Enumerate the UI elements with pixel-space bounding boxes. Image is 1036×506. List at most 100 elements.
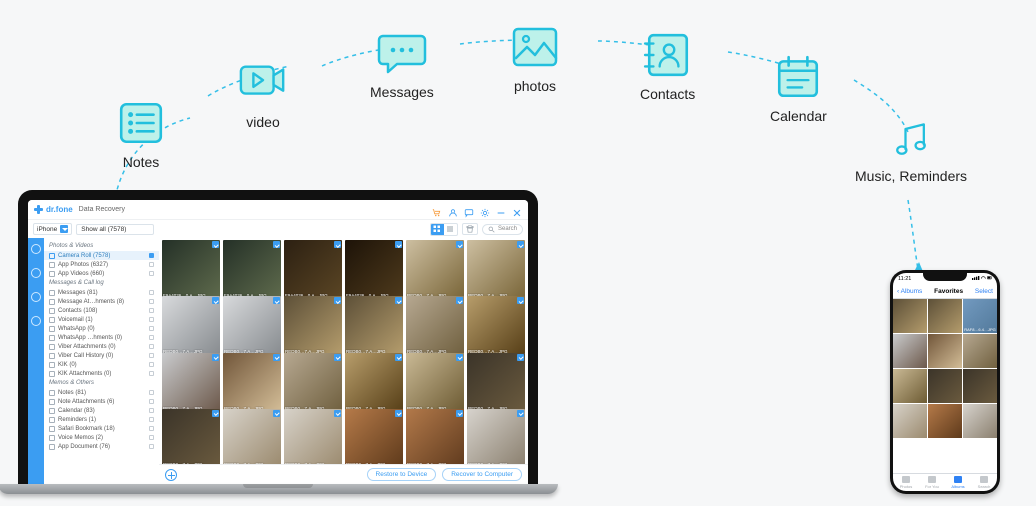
photo-thumbnail[interactable]: REDB0…7.A…JPG — [162, 409, 220, 464]
sidebar-item-checkbox[interactable] — [149, 262, 154, 267]
photo-thumbnail[interactable]: F9A4036…0.A…JPG — [345, 240, 403, 298]
photo-thumbnail[interactable]: REDB0…7.A…JPG — [345, 296, 403, 354]
sidebar-item[interactable]: Reminders (1) — [44, 415, 159, 424]
thumb-checkbox[interactable] — [456, 354, 463, 361]
sidebar-item-checkbox[interactable] — [149, 399, 154, 404]
phone-photo-thumb[interactable] — [963, 369, 997, 403]
sidebar-item[interactable]: WhatsApp (0) — [44, 324, 159, 333]
sidebar-item-checkbox[interactable] — [149, 299, 154, 304]
sidebar-item[interactable]: Note Attachments (6) — [44, 397, 159, 406]
sidebar-item-checkbox[interactable] — [149, 362, 154, 367]
phone-photo-thumb[interactable] — [928, 404, 962, 438]
sidebar-item[interactable]: Camera Roll (7578) — [44, 251, 159, 260]
restore-button[interactable]: Restore to Device — [367, 468, 437, 481]
photo-thumbnail[interactable]: F9A4036…0.A…JPG — [284, 240, 342, 298]
rail-icon[interactable] — [31, 268, 41, 278]
search-input[interactable]: Search — [482, 224, 523, 235]
sidebar-item[interactable]: Message At…hments (8) — [44, 297, 159, 306]
thumb-checkbox[interactable] — [517, 297, 524, 304]
photo-thumbnail[interactable]: REDB0…7.A…JPG — [284, 353, 342, 411]
phone-select-button[interactable]: Select — [975, 288, 993, 295]
sidebar-item[interactable]: App Videos (660) — [44, 269, 159, 278]
sidebar-item-checkbox[interactable] — [149, 408, 154, 413]
photo-thumbnail[interactable]: REDB0…7.A…JPG — [406, 296, 464, 354]
photo-thumbnail[interactable]: REDB0…7.A…JPG — [345, 353, 403, 411]
thumb-checkbox[interactable] — [212, 297, 219, 304]
rail-icon[interactable] — [31, 244, 41, 254]
sidebar-item-checkbox[interactable] — [149, 326, 154, 331]
sidebar-item-checkbox[interactable] — [149, 444, 154, 449]
thumb-checkbox[interactable] — [212, 241, 219, 248]
phone-photo-thumb[interactable] — [893, 299, 927, 333]
thumb-checkbox[interactable] — [517, 241, 524, 248]
photo-thumbnail[interactable]: REDB0…7.A…JPG — [223, 353, 281, 411]
sidebar-item[interactable]: Messages (81) — [44, 288, 159, 297]
sidebar-item[interactable]: App Document (76) — [44, 442, 159, 451]
phone-tab[interactable]: Search — [971, 474, 997, 491]
phone-photo-thumb[interactable] — [928, 334, 962, 368]
photo-thumbnail[interactable]: REDB0…7.A…JPG — [406, 353, 464, 411]
photo-thumbnail[interactable]: F9A4036…0.A…JPG — [162, 240, 220, 298]
user-icon[interactable] — [448, 205, 458, 215]
sidebar-item-checkbox[interactable] — [149, 253, 154, 258]
sidebar-item-checkbox[interactable] — [149, 417, 154, 422]
thumb-checkbox[interactable] — [456, 297, 463, 304]
thumb-checkbox[interactable] — [334, 297, 341, 304]
sidebar-item-checkbox[interactable] — [149, 371, 154, 376]
thumb-checkbox[interactable] — [334, 410, 341, 417]
sidebar-item-checkbox[interactable] — [149, 308, 154, 313]
sidebar-item[interactable]: WhatsApp …hments (0) — [44, 333, 159, 342]
sidebar-item-checkbox[interactable] — [149, 353, 154, 358]
sidebar-item-checkbox[interactable] — [149, 317, 154, 322]
sidebar-item-checkbox[interactable] — [149, 435, 154, 440]
photo-thumbnail[interactable]: F9A4036…0.A…JPG — [223, 240, 281, 298]
photo-thumbnail[interactable]: REDB0…7.A…JPG — [284, 296, 342, 354]
sidebar-item[interactable]: Voice Memos (2) — [44, 433, 159, 442]
thumb-checkbox[interactable] — [456, 410, 463, 417]
phone-photo-thumb[interactable] — [893, 369, 927, 403]
thumb-checkbox[interactable] — [517, 410, 524, 417]
thumb-checkbox[interactable] — [456, 241, 463, 248]
photo-thumbnail[interactable]: REDB0…7.A…JPG — [467, 353, 525, 411]
sidebar-item[interactable]: Safari Bookmark (18) — [44, 424, 159, 433]
thumb-checkbox[interactable] — [273, 410, 280, 417]
phone-photo-thumb[interactable] — [963, 404, 997, 438]
photo-thumbnail[interactable]: REDB0…7.A…JPG — [467, 409, 525, 464]
sidebar-item-checkbox[interactable] — [149, 271, 154, 276]
photo-thumbnail[interactable]: REDB0…7.A…JPG — [345, 409, 403, 464]
sidebar-item-checkbox[interactable] — [149, 390, 154, 395]
thumb-checkbox[interactable] — [273, 297, 280, 304]
sidebar-item[interactable]: KIK (0) — [44, 360, 159, 369]
thumb-checkbox[interactable] — [212, 354, 219, 361]
sidebar-item[interactable]: Voicemail (1) — [44, 315, 159, 324]
close-icon[interactable] — [512, 205, 522, 215]
sidebar-item[interactable]: Notes (81) — [44, 388, 159, 397]
list-view-button[interactable] — [444, 224, 457, 235]
photo-thumbnail[interactable]: REDB0…7.A…JPG — [223, 409, 281, 464]
thumb-checkbox[interactable] — [334, 354, 341, 361]
sidebar-item-checkbox[interactable] — [149, 426, 154, 431]
photo-thumbnail[interactable]: REDB0…7.A…JPG — [467, 296, 525, 354]
thumb-checkbox[interactable] — [395, 354, 402, 361]
sidebar-item-checkbox[interactable] — [149, 335, 154, 340]
feedback-icon[interactable] — [464, 205, 474, 215]
photo-thumbnail[interactable]: REDB0…7.A…JPG — [284, 409, 342, 464]
sidebar-item[interactable]: Viber Call History (0) — [44, 351, 159, 360]
phone-photo-thumb[interactable]: RAF8…6.4…JPG — [963, 299, 997, 333]
sidebar-item[interactable]: KIK Attachments (0) — [44, 369, 159, 378]
photo-thumbnail[interactable]: REDB0…7.A…JPG — [406, 240, 464, 298]
photo-thumbnail[interactable]: REDB0…7.A…JPG — [223, 296, 281, 354]
thumb-checkbox[interactable] — [212, 410, 219, 417]
thumb-checkbox[interactable] — [395, 410, 402, 417]
sidebar-item[interactable]: Viber Attachments (0) — [44, 342, 159, 351]
thumb-checkbox[interactable] — [395, 241, 402, 248]
thumb-checkbox[interactable] — [273, 241, 280, 248]
sidebar-item[interactable]: Calendar (83) — [44, 406, 159, 415]
sidebar-item[interactable]: App Photos (6327) — [44, 260, 159, 269]
photo-thumbnail[interactable]: REDB0…7.A…JPG — [162, 296, 220, 354]
gear-icon[interactable] — [480, 205, 490, 215]
photo-thumbnail[interactable]: REDB0…7.A…JPG — [406, 409, 464, 464]
sidebar-item-checkbox[interactable] — [149, 344, 154, 349]
minimize-icon[interactable] — [496, 205, 506, 215]
phone-photo-thumb[interactable] — [928, 299, 962, 333]
